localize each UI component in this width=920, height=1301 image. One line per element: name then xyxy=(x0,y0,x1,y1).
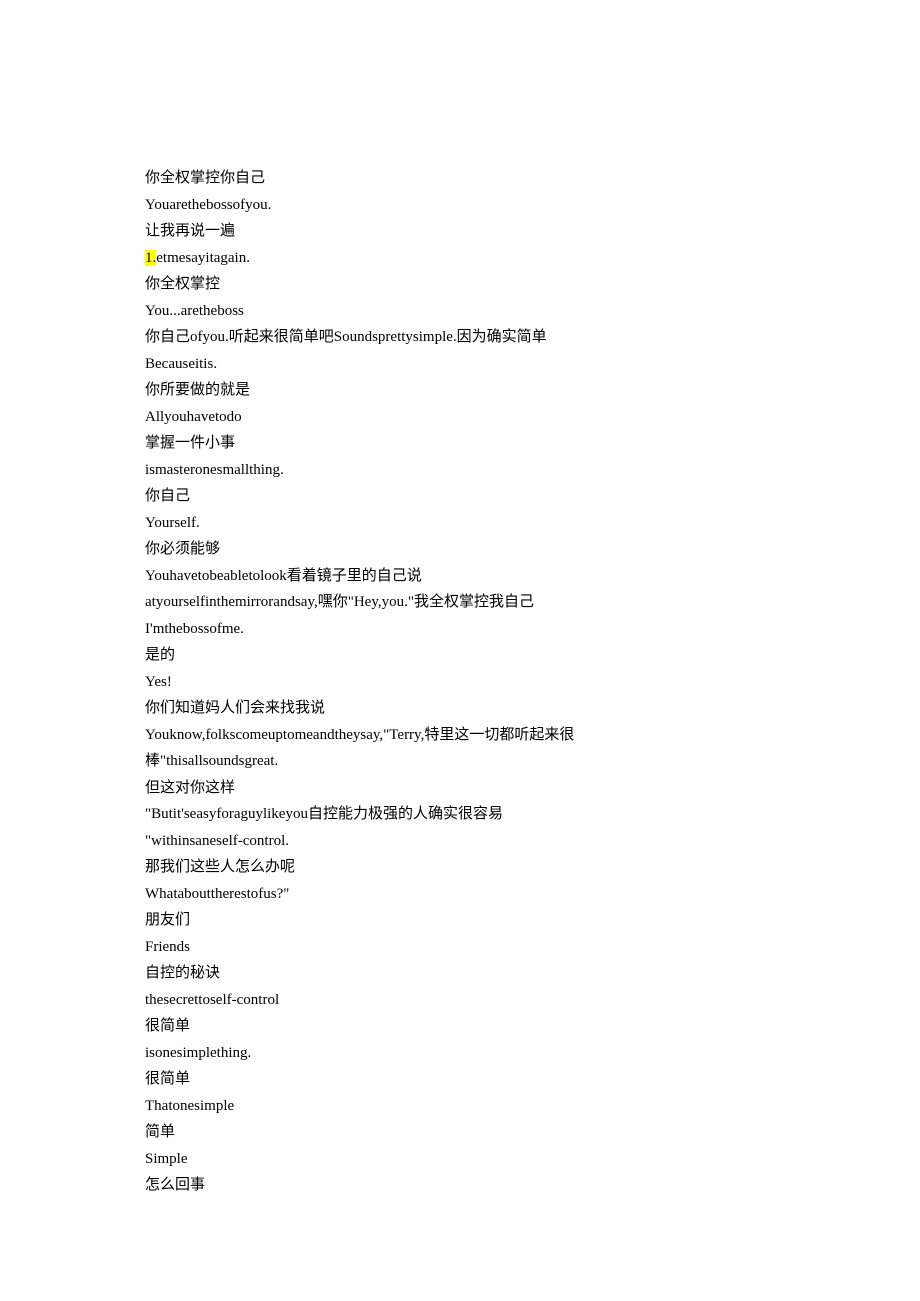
text-line: 很简单 xyxy=(145,1013,775,1040)
text-line: 1.etmesayitagain. xyxy=(145,245,775,272)
text-line: 简单 xyxy=(145,1119,775,1146)
text-line: Yourself. xyxy=(145,510,775,537)
text-line: 那我们这些人怎么办呢 xyxy=(145,854,775,881)
text-line: Youhavetobeabletolook看着镜子里的自己说 xyxy=(145,563,775,590)
text-line: 很简单 xyxy=(145,1066,775,1093)
text-line: thesecrettoself-control xyxy=(145,987,775,1014)
text-line: 你所要做的就是 xyxy=(145,377,775,404)
text-line: Yes! xyxy=(145,669,775,696)
text-line: 掌握一件小事 xyxy=(145,430,775,457)
text-body: 你全权掌控你自己Youarethebossofyou.让我再说一遍1.etmes… xyxy=(145,165,775,1199)
text-line: Simple xyxy=(145,1146,775,1173)
text-line: "withinsaneself-control. xyxy=(145,828,775,855)
text-span: etmesayitagain. xyxy=(156,250,250,266)
text-line: 你自己ofyou.听起来很简单吧Soundsprettysimple.因为确实简… xyxy=(145,324,775,351)
text-line: 但这对你这样 xyxy=(145,775,775,802)
text-line: 让我再说一遍 xyxy=(145,218,775,245)
text-line: ismasteronesmallthing. xyxy=(145,457,775,484)
text-line: 你必须能够 xyxy=(145,536,775,563)
text-line: isonesimplething. xyxy=(145,1040,775,1067)
text-line: I'mthebossofme. xyxy=(145,616,775,643)
text-line: 你全权掌控你自己 xyxy=(145,165,775,192)
text-line: You...aretheboss xyxy=(145,298,775,325)
text-line: Youknow,folkscomeuptomeandtheysay,"Terry… xyxy=(145,722,775,749)
text-line: 你们知道妈人们会来找我说 xyxy=(145,695,775,722)
text-line: atyourselfinthemirrorandsay,嘿你"Hey,you."… xyxy=(145,589,775,616)
text-line: 自控的秘诀 xyxy=(145,960,775,987)
text-line: Whatabouttherestofus?" xyxy=(145,881,775,908)
text-line: Friends xyxy=(145,934,775,961)
text-line: Thatonesimple xyxy=(145,1093,775,1120)
text-line: Youarethebossofyou. xyxy=(145,192,775,219)
highlighted-text: 1. xyxy=(145,250,156,266)
text-line: "Butit'seasyforaguylikeyou自控能力极强的人确实很容易 xyxy=(145,801,775,828)
text-line: Allyouhavetodo xyxy=(145,404,775,431)
text-line: 是的 xyxy=(145,642,775,669)
text-line: 你自己 xyxy=(145,483,775,510)
text-line: 你全权掌控 xyxy=(145,271,775,298)
text-line: Becauseitis. xyxy=(145,351,775,378)
text-line: 棒"thisallsoundsgreat. xyxy=(145,748,775,775)
text-line: 朋友们 xyxy=(145,907,775,934)
text-line: 怎么回事 xyxy=(145,1172,775,1199)
document-page: 你全权掌控你自己Youarethebossofyou.让我再说一遍1.etmes… xyxy=(0,0,775,1199)
